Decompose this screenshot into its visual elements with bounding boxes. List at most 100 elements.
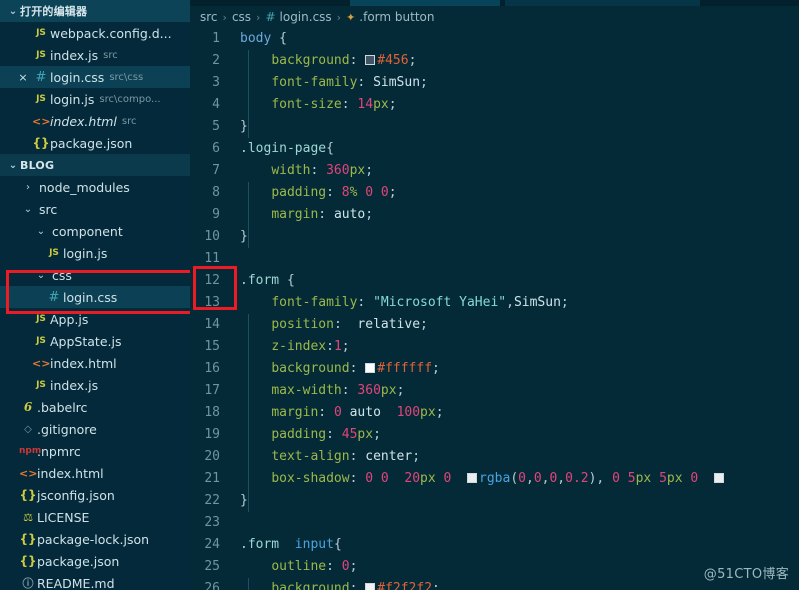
- tree-file--babelrc[interactable]: 6 .babelrc: [0, 396, 190, 418]
- tree-folder-css[interactable]: ⌄ css: [0, 264, 190, 286]
- line-number: 23: [204, 515, 220, 530]
- line-number: 14: [204, 317, 220, 332]
- code-line[interactable]: 21 box-shadow: 0 0 20px 0 rgba(0,0,0,0.2…: [190, 468, 799, 490]
- json-icon: {}: [19, 554, 37, 568]
- project-section-header[interactable]: ⌄ BLOG: [0, 154, 190, 176]
- code-line[interactable]: 5}: [190, 116, 799, 138]
- css-rule-icon: ✦: [346, 10, 356, 24]
- tree-file-license[interactable]: ⚖ LICENSE: [0, 506, 190, 528]
- tree-file-index-js[interactable]: JS index.js: [0, 374, 190, 396]
- close-icon[interactable]: ×: [14, 71, 32, 84]
- token-punc: ,: [557, 471, 566, 486]
- tree-file-index-html[interactable]: <> index.html: [0, 352, 190, 374]
- token-punc: [620, 471, 628, 486]
- breadcrumb-item[interactable]: src: [200, 10, 218, 24]
- token-prop: margin: [271, 405, 319, 420]
- tree-folder-src[interactable]: ⌄ src: [0, 198, 190, 220]
- token-punc: ;: [349, 559, 358, 574]
- code-line[interactable]: 12 .form {: [190, 270, 799, 292]
- breadcrumb-item[interactable]: # login.css: [265, 10, 331, 24]
- tree-folder-node-modules[interactable]: › node_modules: [0, 176, 190, 198]
- breadcrumb-item[interactable]: css: [232, 10, 251, 24]
- color-swatch-icon[interactable]: [365, 55, 376, 65]
- code-line[interactable]: 1 body {: [190, 28, 799, 50]
- tree-file--gitignore[interactable]: ◇ .gitignore: [0, 418, 190, 440]
- color-swatch-icon[interactable]: [365, 363, 376, 373]
- token-color: #ffffff: [377, 361, 433, 376]
- tree-file--npmrc[interactable]: npm .npmrc: [0, 440, 190, 462]
- token-prop: background: [271, 53, 350, 68]
- chevron-down-icon[interactable]: ⌄: [19, 204, 37, 215]
- chevron-down-icon[interactable]: ⌄: [32, 226, 50, 237]
- color-swatch-icon[interactable]: [365, 583, 376, 590]
- code-line[interactable]: 8 padding: 8% 0 0;: [190, 182, 799, 204]
- tree-file-index-html[interactable]: <> index.html: [0, 462, 190, 484]
- code-line[interactable]: 10}: [190, 226, 799, 248]
- tree-file-login-js[interactable]: JS login.js: [0, 242, 190, 264]
- babel-icon: 6: [23, 400, 33, 414]
- line-number: 18: [204, 405, 220, 420]
- code-line[interactable]: 9 margin: auto;: [190, 204, 799, 226]
- code-line[interactable]: 15 z-index:1;: [190, 336, 799, 358]
- tree-item-label: AppState.js: [50, 333, 122, 349]
- code-line[interactable]: 19 padding: 45px;: [190, 424, 799, 446]
- code-line[interactable]: 16 background: #ffffff;: [190, 358, 799, 380]
- code-line[interactable]: 2 background: #456;: [190, 50, 799, 72]
- tree-file-appstate-js[interactable]: JS AppState.js: [0, 330, 190, 352]
- code-line[interactable]: 22}: [190, 490, 799, 512]
- js-icon: JS: [36, 50, 46, 60]
- code-line[interactable]: 18 margin: 0 auto 100px;: [190, 402, 799, 424]
- tree-file-readme-md[interactable]: ⓘ README.md: [0, 572, 190, 590]
- js-icon: JS: [36, 380, 46, 390]
- tree-folder-component[interactable]: ⌄ component: [0, 220, 190, 242]
- open-editor-item[interactable]: {} package.json: [0, 132, 190, 154]
- token-punc: ;: [432, 361, 440, 376]
- token-prop: background: [271, 361, 350, 376]
- code-line[interactable]: 11: [190, 248, 799, 270]
- open-editor-item[interactable]: <> index.html src: [0, 110, 190, 132]
- code-line[interactable]: 14 position: relative;: [190, 314, 799, 336]
- code-line[interactable]: 6 .login-page{: [190, 138, 799, 160]
- code-line[interactable]: 17 max-width: 360px;: [190, 380, 799, 402]
- token-val: SimSun: [513, 295, 561, 310]
- chevron-right-icon[interactable]: ›: [19, 182, 37, 193]
- code-line[interactable]: 13 font-family: "Microsoft YaHei",SimSun…: [190, 292, 799, 314]
- token-unit: px: [380, 383, 397, 398]
- tree-file-jsconfig-json[interactable]: {} jsconfig.json: [0, 484, 190, 506]
- token-punc: [240, 361, 271, 376]
- tree-file-app-js[interactable]: JS App.js: [0, 308, 190, 330]
- code-line[interactable]: 23: [190, 512, 799, 534]
- tree-file-package-lock-json[interactable]: {} package-lock.json: [0, 528, 190, 550]
- breadcrumb-item[interactable]: ✦ .form button: [346, 10, 434, 24]
- line-number: 17: [204, 383, 220, 398]
- open-editor-item[interactable]: JS webpack.config.d...: [0, 22, 190, 44]
- open-editor-item[interactable]: × # login.css src\css: [0, 66, 190, 88]
- code-line[interactable]: 20 text-align: center;: [190, 446, 799, 468]
- tree-file-package-json[interactable]: {} package.json: [0, 550, 190, 572]
- tree-item-label: LICENSE: [37, 509, 90, 525]
- chevron-down-icon[interactable]: ⌄: [32, 270, 50, 281]
- token-val: center: [365, 449, 413, 464]
- token-num: 1: [333, 339, 342, 354]
- tree-file-login-css[interactable]: # login.css: [0, 286, 190, 308]
- code-editor[interactable]: 1 body {2 background: #456; 3 font-family:…: [190, 28, 799, 590]
- code-line[interactable]: 24 .form input{: [190, 534, 799, 556]
- line-number: 3: [212, 75, 220, 90]
- color-swatch-icon[interactable]: [713, 473, 724, 483]
- code-line[interactable]: 3 font-family: SimSun;: [190, 72, 799, 94]
- code-line[interactable]: 7 width: 360px;: [190, 160, 799, 182]
- breadcrumb-label: css: [231, 10, 252, 24]
- vscode-window: ⌄ 打开的编辑器 JS webpack.config.d... JS index.js…: [0, 0, 799, 590]
- line-number: 6: [212, 141, 220, 156]
- tab-chip-other[interactable]: [505, 0, 700, 6]
- color-swatch-icon[interactable]: [467, 473, 478, 483]
- code-line[interactable]: 4 font-size: 14px;: [190, 94, 799, 116]
- token-num: 0: [365, 471, 374, 486]
- open-editor-item[interactable]: JS login.js src\compo...: [0, 88, 190, 110]
- open-editor-item[interactable]: JS index.js src: [0, 44, 190, 66]
- token-punc: [240, 559, 271, 574]
- token-punc: [240, 295, 271, 310]
- tab-chip-active[interactable]: [350, 0, 500, 6]
- code-line-text: .form input{: [234, 534, 342, 556]
- open-editors-section-header[interactable]: ⌄ 打开的编辑器: [0, 0, 190, 22]
